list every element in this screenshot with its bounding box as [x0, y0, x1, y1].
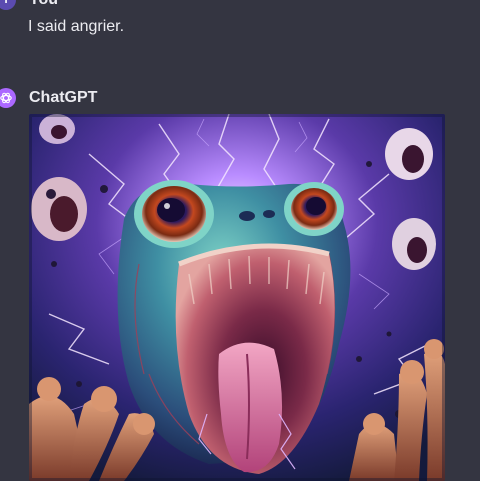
- assistant-message-header: ChatGPT: [0, 86, 480, 110]
- user-avatar: Y: [0, 0, 16, 10]
- openai-logo-icon: [0, 88, 16, 108]
- user-message-text: I said angrier.: [28, 18, 125, 35]
- user-avatar-initial: Y: [2, 0, 10, 6]
- assistant-author-name: ChatGPT: [29, 89, 98, 106]
- user-message: Y You I said angrier.: [0, 0, 480, 36]
- generated-image-art: [29, 114, 445, 481]
- generated-image[interactable]: [29, 114, 445, 481]
- user-author-name: You: [29, 0, 58, 9]
- right-eye: [284, 182, 344, 236]
- assistant-message: ChatGPT: [0, 86, 480, 110]
- left-eye: [134, 180, 214, 248]
- chat-thread: Y You I said angrier. ChatGPT: [0, 0, 480, 481]
- user-message-header: Y You: [0, 0, 480, 12]
- openai-logo-glyph: [0, 92, 12, 104]
